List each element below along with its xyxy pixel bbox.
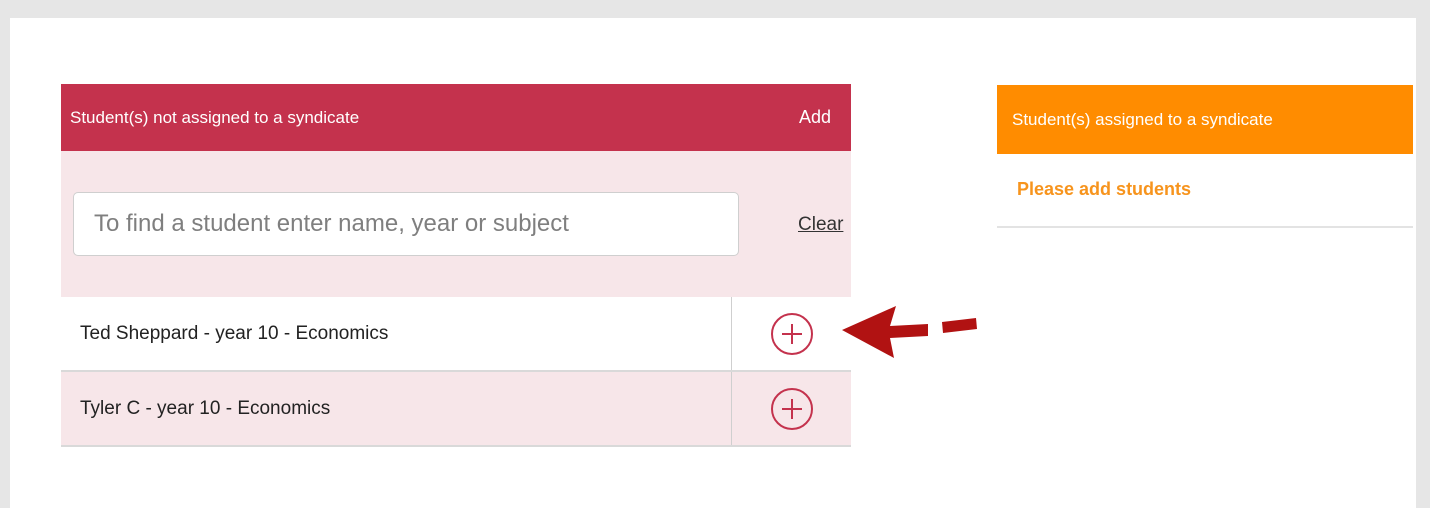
student-name: Tyler C - year 10 - Economics: [61, 372, 732, 445]
student-action-cell: [732, 297, 851, 370]
student-search-input[interactable]: [73, 192, 739, 256]
unassigned-header-title: Student(s) not assigned to a syndicate: [70, 107, 360, 127]
student-row: Tyler C - year 10 - Economics: [61, 372, 851, 447]
assigned-students-table: Student(s) assigned to a syndicate Pleas…: [997, 85, 1413, 228]
plus-circle-icon[interactable]: [770, 312, 814, 356]
add-column-header: Add: [798, 107, 831, 127]
student-action-cell: [732, 372, 851, 445]
assigned-header-title: Student(s) assigned to a syndicate: [1012, 109, 1273, 129]
unassigned-students-table: Student(s) not assigned to a syndicate A…: [61, 84, 851, 447]
clear-search-link[interactable]: Clear: [798, 214, 843, 236]
arrow-left-icon: [842, 306, 977, 358]
search-area: Clear: [61, 151, 851, 297]
empty-message: Please add students: [997, 154, 1413, 228]
student-row: Ted Sheppard - year 10 - Economics: [61, 297, 851, 372]
plus-circle-icon[interactable]: [770, 387, 814, 431]
content-panel: Student(s) not assigned to a syndicate A…: [10, 18, 1416, 508]
student-name: Ted Sheppard - year 10 - Economics: [61, 297, 732, 370]
assigned-table-header: Student(s) assigned to a syndicate: [997, 85, 1413, 154]
unassigned-table-header: Student(s) not assigned to a syndicate A…: [61, 84, 851, 151]
